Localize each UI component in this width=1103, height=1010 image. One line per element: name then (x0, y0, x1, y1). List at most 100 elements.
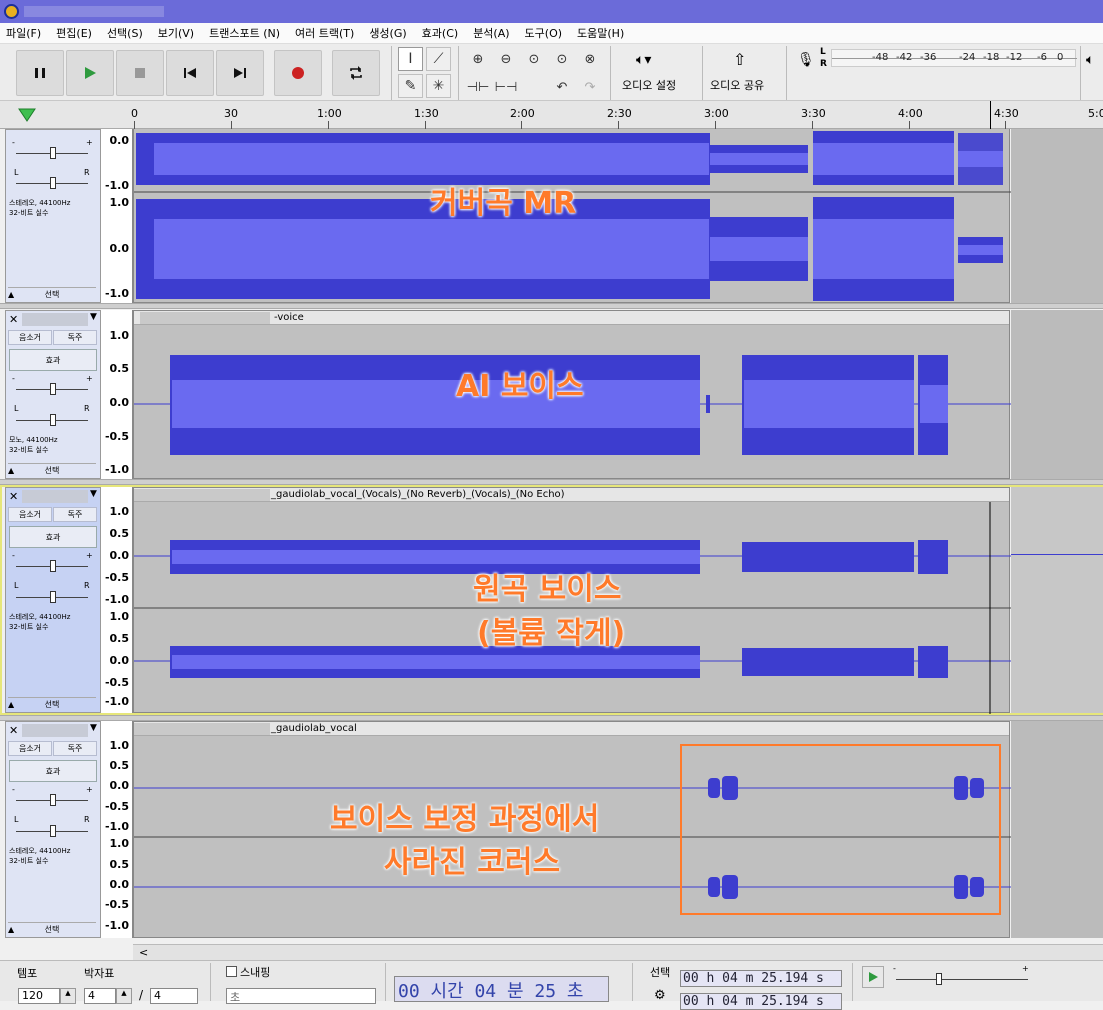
track-select-button[interactable]: 선택 (8, 697, 96, 711)
mute-button[interactable]: 음소거 (8, 507, 52, 522)
track-control-panel[interactable]: - + L R 스테레오, 44100Hz 32-비트 실수 ▲ 선택 (5, 129, 101, 303)
play-at-speed-button[interactable] (862, 966, 884, 988)
playback-speed-slider[interactable] (896, 973, 1028, 985)
menu-file[interactable]: 파일(F) (6, 25, 41, 41)
menu-transport[interactable]: 트랜스포트 (N) (209, 25, 280, 41)
solo-button[interactable]: 독주 (53, 507, 97, 522)
zoom-in-icon[interactable]: ⊕ (465, 48, 491, 70)
gain-slider[interactable] (16, 794, 88, 806)
menu-generate[interactable]: 생성(G) (369, 25, 406, 41)
gain-slider-knob[interactable] (50, 560, 56, 572)
undo-icon[interactable]: ↶ (549, 76, 575, 98)
menu-analyze[interactable]: 분석(A) (473, 25, 509, 41)
timeline-ruler[interactable]: 0 30 1:00 1:30 2:00 2:30 3:00 3:30 4:00 … (0, 101, 1103, 129)
skip-end-button[interactable] (216, 50, 264, 96)
pan-slider[interactable] (16, 414, 88, 426)
stop-button[interactable] (116, 50, 164, 96)
tempo-input[interactable]: 120 (18, 988, 60, 1004)
draw-tool-icon[interactable]: ✎ (398, 74, 423, 98)
menu-effect[interactable]: 효과(C) (422, 25, 459, 41)
track-menu-dropdown-icon[interactable]: ▼ (90, 312, 97, 322)
play-button[interactable] (66, 50, 114, 96)
fit-project-icon[interactable]: ⊙ (549, 48, 575, 70)
pan-slider[interactable] (16, 825, 88, 837)
empty-track-area[interactable] (1011, 721, 1103, 938)
effects-button[interactable]: 효과 (9, 526, 97, 548)
track-select-button[interactable]: 선택 (8, 287, 96, 301)
track-control-panel[interactable]: ✕ ▼ 음소거 독주 효과 - + L R 스테레오, 44100Hz 32-비… (5, 721, 101, 938)
gain-slider-knob[interactable] (50, 383, 56, 395)
track-select-button[interactable]: 선택 (8, 463, 96, 477)
clip-title-bar[interactable]: _gaudiolab_vocal (134, 722, 1009, 736)
audio-share-button[interactable]: ⇧ 오디오 공유 (707, 48, 779, 98)
effects-button[interactable]: 효과 (9, 349, 97, 371)
track-menu-dropdown-icon[interactable]: ▼ (90, 489, 97, 499)
snap-checkbox[interactable] (226, 966, 237, 977)
track-name-redacted[interactable] (22, 724, 88, 737)
close-track-icon[interactable]: ✕ (9, 313, 18, 326)
selection-tool-icon[interactable]: I (398, 47, 423, 71)
snap-unit-select[interactable]: 초 (226, 988, 376, 1004)
empty-track-area[interactable] (1011, 129, 1103, 303)
gain-slider[interactable] (16, 147, 88, 159)
track-name-redacted[interactable] (22, 313, 88, 326)
menu-help[interactable]: 도움말(H) (577, 25, 624, 41)
pan-slider-knob[interactable] (50, 177, 56, 189)
clip-title-bar[interactable]: _gaudiolab_vocal_(Vocals)_(No Reverb)_(V… (134, 488, 1009, 502)
record-button[interactable] (274, 50, 322, 96)
track-control-panel[interactable]: ✕ ▼ 음소거 독주 효과 - + L R 스테레오, 44100Hz 32-비… (5, 487, 101, 713)
multi-tool-icon[interactable]: ✳ (426, 74, 451, 98)
fit-selection-icon[interactable]: ⊙ (521, 48, 547, 70)
track-name-redacted[interactable] (22, 490, 88, 503)
time-signature-numerator[interactable]: 4 (84, 988, 116, 1004)
empty-track-area[interactable] (1011, 487, 1103, 713)
solo-button[interactable]: 독주 (53, 741, 97, 756)
effects-button[interactable]: 효과 (9, 760, 97, 782)
track-control-panel[interactable]: ✕ ▼ 음소거 독주 효과 - + L R 모노, 44100Hz 32-비트 … (5, 310, 101, 479)
track-select-button[interactable]: 선택 (8, 922, 96, 936)
menu-select[interactable]: 선택(S) (107, 25, 143, 41)
solo-button[interactable]: 독주 (53, 330, 97, 345)
numerator-spin-icon[interactable]: ▲ (116, 988, 132, 1004)
audio-setup-button[interactable]: 🔈︎▾ 오디오 설정 (620, 48, 700, 98)
speed-slider-knob[interactable] (936, 973, 942, 985)
selection-start-field[interactable]: 00 h 04 m 25.194 s (680, 970, 842, 987)
gain-slider[interactable] (16, 383, 88, 395)
close-track-icon[interactable]: ✕ (9, 490, 18, 503)
playback-speaker-icon[interactable]: 🔈︎ (1086, 52, 1094, 68)
time-signature-denominator[interactable]: 4 (150, 988, 198, 1004)
gain-slider-knob[interactable] (50, 147, 56, 159)
gain-slider[interactable] (16, 560, 88, 572)
skip-start-button[interactable] (166, 50, 214, 96)
close-track-icon[interactable]: ✕ (9, 724, 18, 737)
trim-audio-icon[interactable]: ⊣⊢ (465, 76, 491, 98)
zoom-out-icon[interactable]: ⊖ (493, 48, 519, 70)
tempo-spin-icon[interactable]: ▲ (60, 988, 76, 1004)
menu-tracks[interactable]: 여러 트랙(T) (295, 25, 354, 41)
mute-button[interactable]: 음소거 (8, 330, 52, 345)
time-display[interactable]: 00 시간 04 분 25 초 (394, 976, 609, 1002)
envelope-tool-icon[interactable]: ⟋ (426, 47, 451, 71)
menu-edit[interactable]: 편집(E) (56, 25, 92, 41)
scroll-left-icon[interactable]: < (139, 946, 148, 959)
menu-view[interactable]: 보기(V) (158, 25, 194, 41)
horizontal-scrollbar[interactable]: < (133, 944, 1103, 960)
gain-slider-knob[interactable] (50, 794, 56, 806)
pause-button[interactable] (16, 50, 64, 96)
play-head-icon[interactable] (16, 106, 38, 124)
track-menu-dropdown-icon[interactable]: ▼ (90, 723, 97, 733)
clip-title-bar[interactable]: -voice (134, 311, 1009, 325)
pan-slider-knob[interactable] (50, 414, 56, 426)
loop-button[interactable] (332, 50, 380, 96)
selection-end-field[interactable]: 00 h 04 m 25.194 s (680, 993, 842, 1010)
track-divider[interactable] (0, 303, 1103, 309)
empty-track-area[interactable] (1011, 310, 1103, 479)
pan-slider-knob[interactable] (50, 825, 56, 837)
pan-slider-knob[interactable] (50, 591, 56, 603)
zoom-toggle-icon[interactable]: ⊗ (577, 48, 603, 70)
silence-audio-icon[interactable]: ⊢⊣ (493, 76, 519, 98)
menu-tools[interactable]: 도구(O) (525, 25, 562, 41)
pan-slider[interactable] (16, 591, 88, 603)
mute-button[interactable]: 음소거 (8, 741, 52, 756)
redo-icon[interactable]: ↷ (577, 76, 603, 98)
